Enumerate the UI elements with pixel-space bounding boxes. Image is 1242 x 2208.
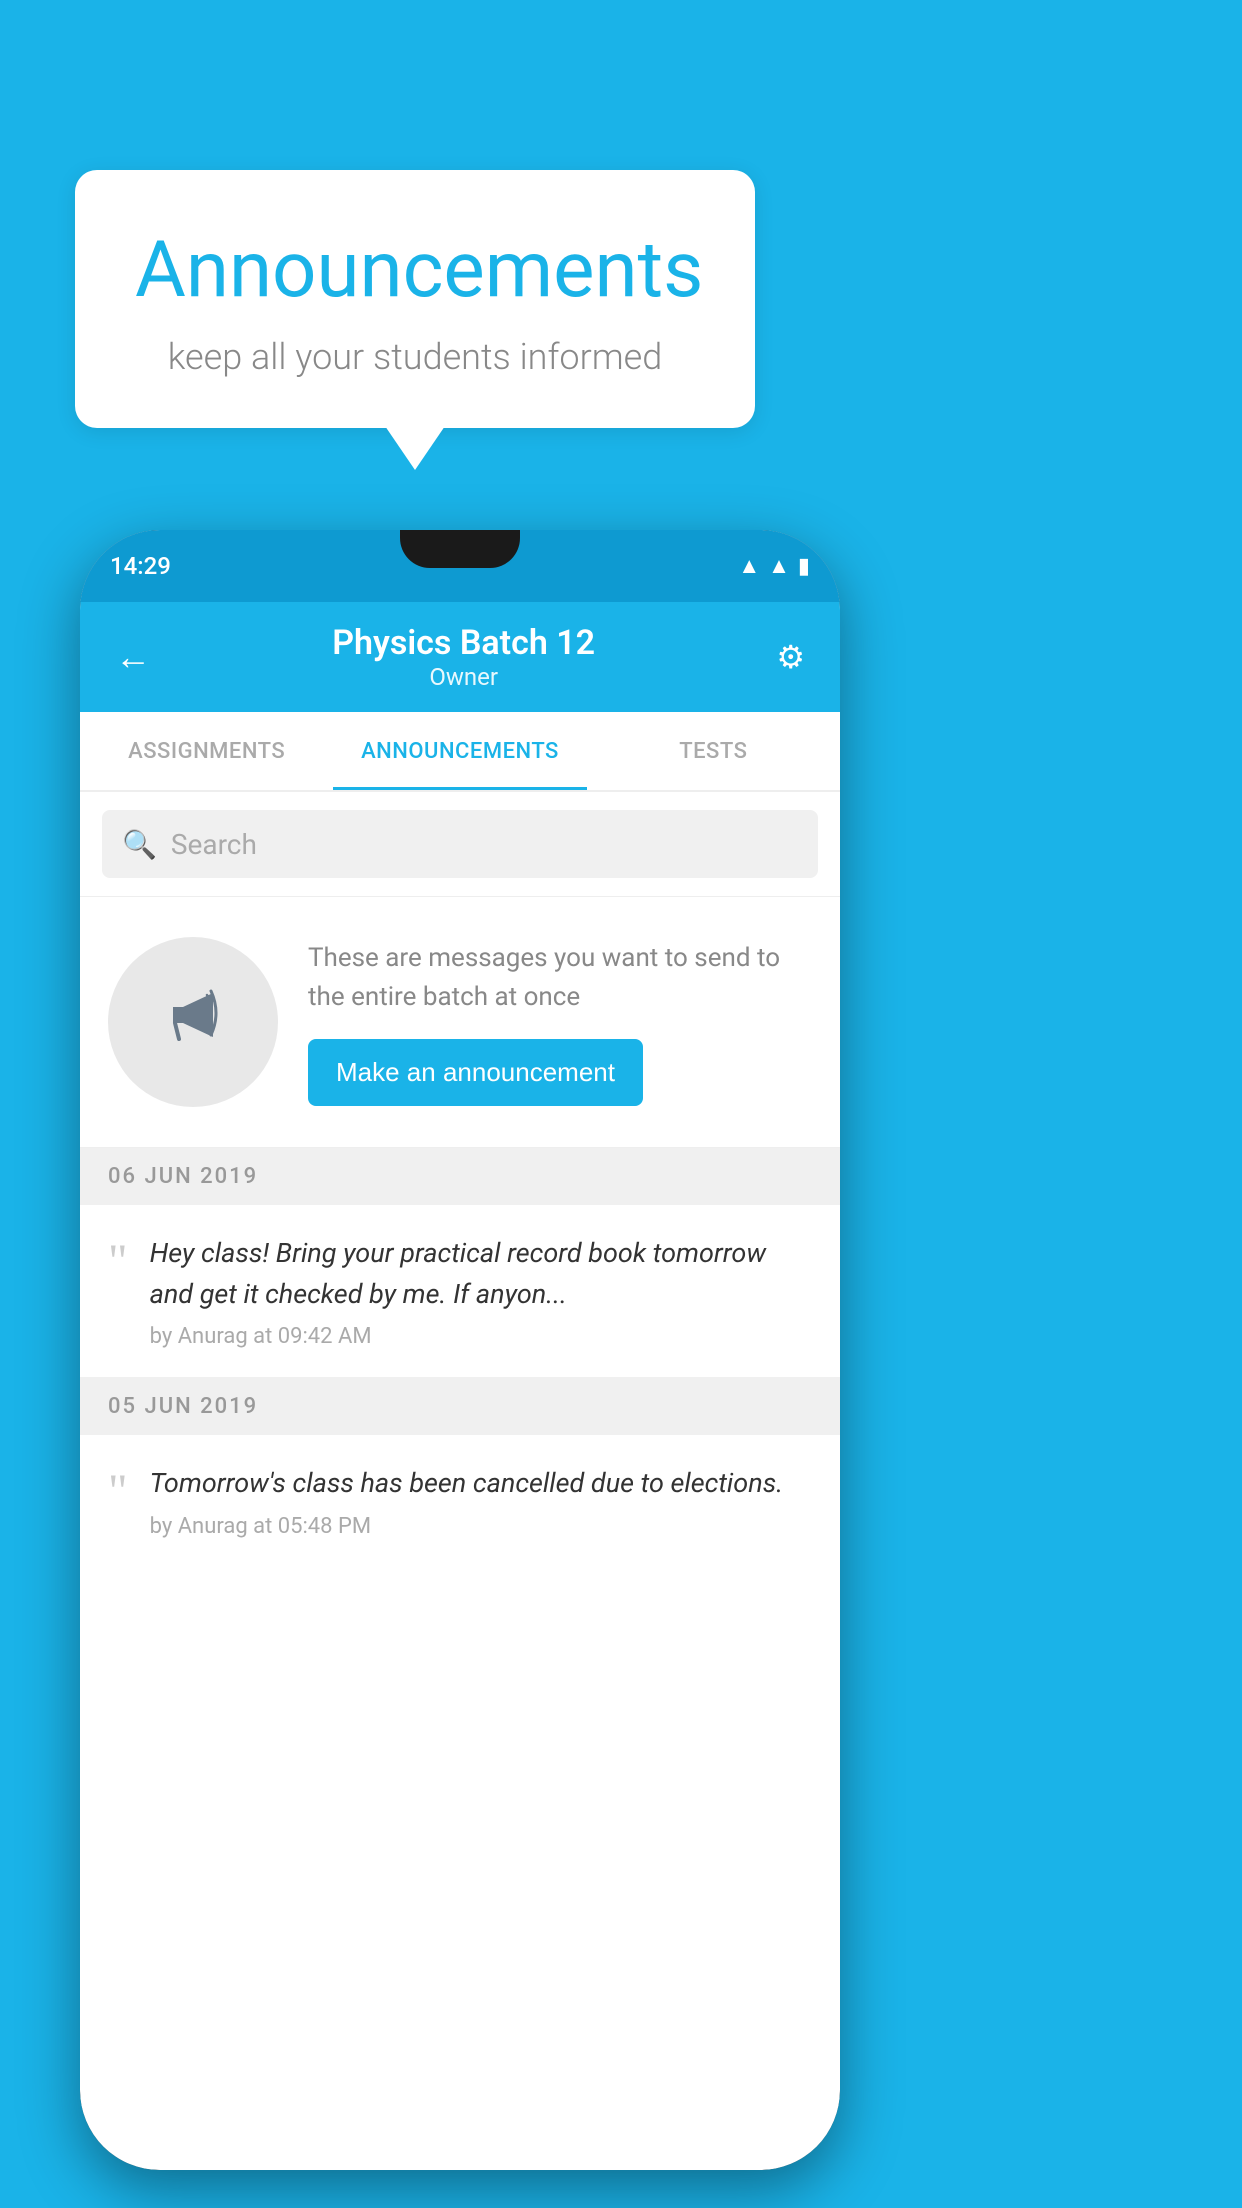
announcement-item-1[interactable]: " Hey class! Bring your practical record… xyxy=(80,1205,840,1378)
tab-announcements[interactable]: ANNOUNCEMENTS xyxy=(333,712,586,790)
notch xyxy=(400,530,520,568)
signal-icon: ▲ xyxy=(768,553,790,579)
search-bar[interactable]: 🔍 Search xyxy=(102,810,818,878)
bubble-subtitle: keep all your students informed xyxy=(135,336,695,378)
announcement-content-2: Tomorrow's class has been cancelled due … xyxy=(150,1463,812,1539)
announcement-text-2: Tomorrow's class has been cancelled due … xyxy=(150,1463,812,1504)
bubble-title: Announcements xyxy=(135,225,695,316)
status-time: 14:29 xyxy=(110,552,171,580)
promo-area: These are messages you want to send to t… xyxy=(80,897,840,1148)
settings-button[interactable]: ⚙ xyxy=(766,628,815,686)
date-separator-june06: 06 JUN 2019 xyxy=(80,1148,840,1205)
battery-icon: ▮ xyxy=(798,554,810,579)
search-input[interactable]: Search xyxy=(171,828,257,861)
announcement-meta-1: by Anurag at 09:42 AM xyxy=(150,1324,812,1349)
announcement-content-1: Hey class! Bring your practical record b… xyxy=(150,1233,812,1349)
status-bar: 14:29 ▲ ▲ ▮ xyxy=(80,530,840,602)
date-separator-june05: 05 JUN 2019 xyxy=(80,1378,840,1435)
back-button[interactable]: ← xyxy=(105,626,161,688)
megaphone-icon xyxy=(153,973,233,1071)
make-announcement-button[interactable]: Make an announcement xyxy=(308,1039,643,1106)
promo-content: These are messages you want to send to t… xyxy=(308,939,812,1106)
announcement-text-1: Hey class! Bring your practical record b… xyxy=(150,1233,812,1314)
status-icons: ▲ ▲ ▮ xyxy=(738,553,810,579)
speech-bubble: Announcements keep all your students inf… xyxy=(75,170,755,428)
quote-icon-2: " xyxy=(108,1468,128,1516)
tabs: ASSIGNMENTS ANNOUNCEMENTS TESTS xyxy=(80,712,840,792)
app-bar-title-area: Physics Batch 12 Owner xyxy=(161,623,766,691)
app-bar: ← Physics Batch 12 Owner ⚙ xyxy=(80,602,840,712)
wifi-icon: ▲ xyxy=(738,553,760,579)
search-container: 🔍 Search xyxy=(80,792,840,897)
search-icon: 🔍 xyxy=(122,828,157,861)
quote-icon-1: " xyxy=(108,1238,128,1286)
tab-assignments[interactable]: ASSIGNMENTS xyxy=(80,712,333,790)
announcement-meta-2: by Anurag at 05:48 PM xyxy=(150,1514,812,1539)
phone-frame: 14:29 ▲ ▲ ▮ ← Physics Batch 12 Owner ⚙ A… xyxy=(80,530,840,2170)
promo-text: These are messages you want to send to t… xyxy=(308,939,812,1017)
tab-tests[interactable]: TESTS xyxy=(587,712,840,790)
announcement-item-2[interactable]: " Tomorrow's class has been cancelled du… xyxy=(80,1435,840,1567)
phone-screen: 14:29 ▲ ▲ ▮ ← Physics Batch 12 Owner ⚙ A… xyxy=(80,530,840,2170)
app-bar-title: Physics Batch 12 xyxy=(161,623,766,663)
megaphone-circle xyxy=(108,937,278,1107)
app-bar-subtitle: Owner xyxy=(161,663,766,691)
